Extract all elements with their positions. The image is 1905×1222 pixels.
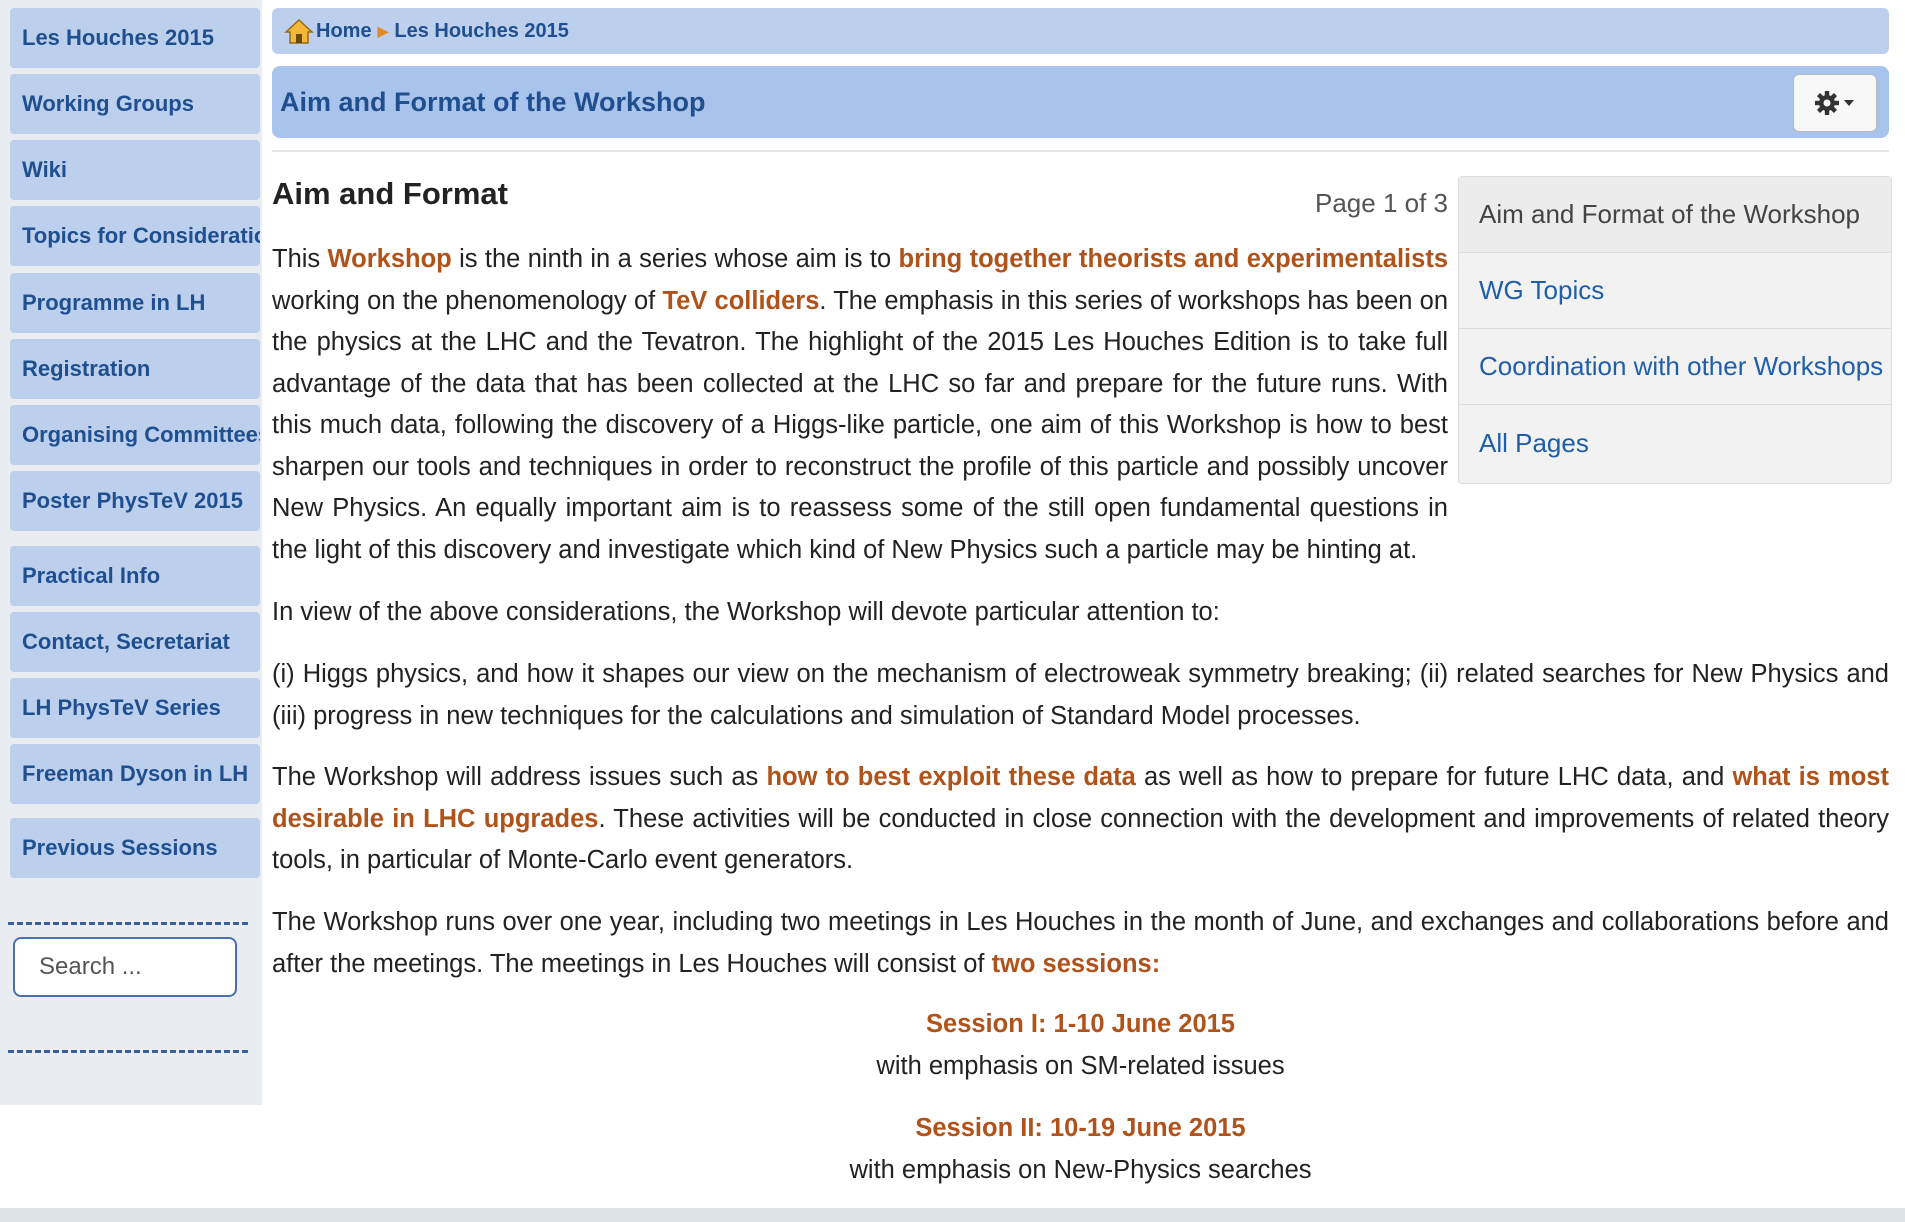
settings-button[interactable] [1793,74,1877,132]
paragraph-schedule: The Workshop runs over one year, includi… [272,902,1889,985]
home-icon [284,18,314,44]
session-2-desc: with emphasis on New-Physics searches [849,1156,1312,1184]
text: is the ninth in a series whose aim is to [451,245,899,273]
sidebar-item-contact[interactable]: Contact, Secretariat [10,612,260,672]
sidebar-item-practical-info[interactable]: Practical Info [10,546,260,606]
sidebar-item-les-houches-2015[interactable]: Les Houches 2015 [10,8,260,68]
paragraph-issues: The Workshop will address issues such as… [272,757,1889,882]
session-1-desc: with emphasis on SM-related issues [876,1052,1285,1080]
session-2-title: Session II: 10-19 June 2015 [915,1114,1246,1142]
page-title: Aim and Format of the Workshop [280,86,706,117]
article-title: Aim and Format [272,176,508,211]
toc-item-all-pages[interactable]: All Pages [1459,405,1891,481]
sidebar-item-registration[interactable]: Registration [10,339,260,399]
page: Les Houches 2015 Working Groups Wiki Top… [0,0,1905,1208]
text: This [272,245,328,273]
breadcrumb-current[interactable]: Les Houches 2015 [394,20,569,43]
sidebar-item-freeman-dyson[interactable]: Freeman Dyson in LH [10,744,260,804]
paragraph-topics: (i) Higgs physics, and how it shapes our… [272,660,1889,730]
toc-item-wg-topics[interactable]: WG Topics [1459,253,1891,329]
divider [8,1050,248,1053]
highlight-text: Workshop [327,245,452,273]
breadcrumb-home[interactable]: Home [316,20,372,43]
highlight-text: two sessions: [991,949,1161,978]
sidebar-item-previous-sessions[interactable]: Previous Sessions [10,818,260,878]
highlight-text: how to best exploit these data [766,763,1136,791]
search-input[interactable] [13,937,237,997]
text: as well as how to prepare for future LHC… [1135,763,1733,791]
paragraph-attention: In view of the above considerations, the… [272,598,1220,626]
highlight-text: TeV colliders [662,286,820,315]
page-title-bar: Aim and Format of the Workshop [272,66,1889,138]
divider [8,922,248,925]
text: . The emphasis in this series of worksho… [272,286,1448,564]
gear-icon [1815,91,1854,115]
text: working on the phenomenology of [272,286,663,315]
page-toc: Aim and Format of the Workshop WG Topics… [1458,176,1892,484]
sidebar-item-programme[interactable]: Programme in LH [10,273,260,333]
sidebar-item-organising-committees[interactable]: Organising Committees [10,405,260,465]
page-indicator: Page 1 of 3 [1315,188,1448,218]
sidebar-item-wiki[interactable]: Wiki [10,140,260,200]
breadcrumb-separator: ▶ [377,22,389,39]
text: The Workshop will address issues such as [272,763,767,791]
breadcrumb: Home ▶ Les Houches 2015 [272,8,1889,54]
sidebar: Les Houches 2015 Working Groups Wiki Top… [0,0,262,1105]
sidebar-item-working-groups[interactable]: Working Groups [10,74,260,134]
session-1-title: Session I: 1-10 June 2015 [926,1010,1235,1038]
caret-down-icon [1844,100,1854,106]
sidebar-item-lh-phystev-series[interactable]: LH PhysTeV Series [10,678,260,738]
paragraph-intro: This Workshop is the ninth in a series w… [272,239,1448,571]
divider [272,150,1889,152]
sidebar-item-poster[interactable]: Poster PhysTeV 2015 [10,471,260,531]
toc-item-coordination[interactable]: Coordination with other Workshops [1459,329,1891,405]
toc-item-aim-format[interactable]: Aim and Format of the Workshop [1459,177,1891,253]
sidebar-item-topics[interactable]: Topics for Consideration [10,206,260,266]
highlight-text: bring together theorists and experimenta… [898,245,1449,273]
